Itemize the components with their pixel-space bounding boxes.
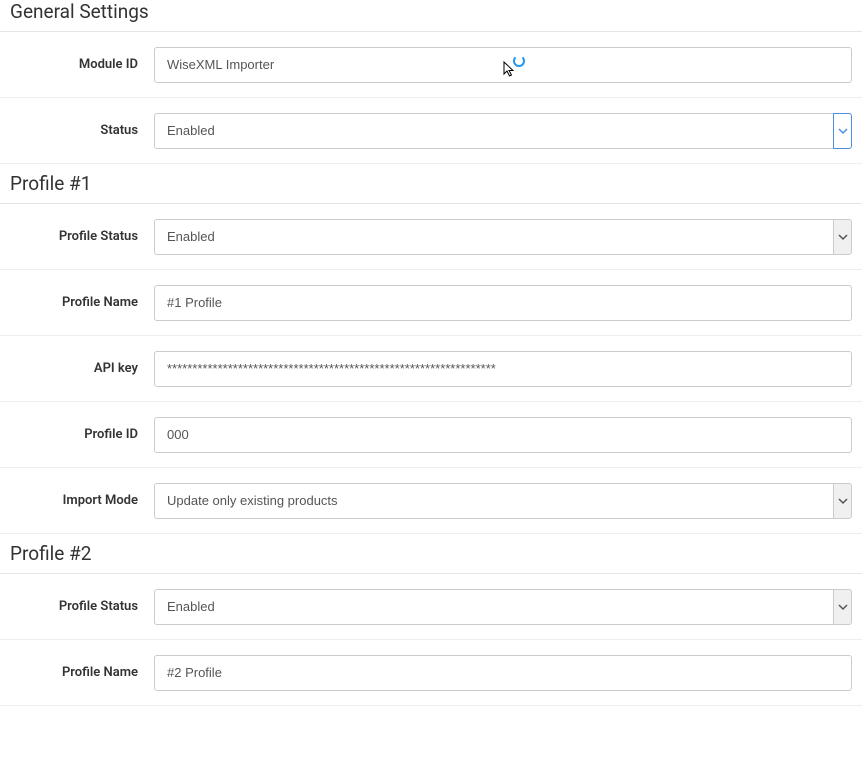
chevron-down-icon[interactable] — [833, 483, 852, 519]
profile1-name-row: Profile Name — [0, 270, 862, 336]
profile1-status-row: Profile Status Enabled — [0, 204, 862, 270]
profile1-apikey-input[interactable] — [154, 351, 852, 387]
profile1-id-label: Profile ID — [10, 427, 154, 442]
module-id-label: Module ID — [10, 57, 154, 72]
profile1-import-mode-select[interactable]: Update only existing products — [154, 483, 833, 519]
profile1-name-label: Profile Name — [10, 295, 154, 310]
chevron-down-icon[interactable] — [833, 113, 852, 149]
profile2-status-row: Profile Status Enabled — [0, 574, 862, 640]
profile1-name-input[interactable] — [154, 285, 852, 321]
status-select[interactable]: Enabled — [154, 113, 833, 149]
profile1-id-row: Profile ID — [0, 402, 862, 468]
general-settings-heading: General Settings — [0, 0, 862, 32]
module-id-input[interactable] — [154, 47, 852, 83]
profile1-status-label: Profile Status — [10, 229, 154, 244]
status-label: Status — [10, 123, 154, 138]
profile2-status-label: Profile Status — [10, 599, 154, 614]
profile1-id-input[interactable] — [154, 417, 852, 453]
profile1-apikey-row: API key — [0, 336, 862, 402]
profile2-status-select[interactable]: Enabled — [154, 589, 833, 625]
profile2-name-label: Profile Name — [10, 665, 154, 680]
status-row: Status Enabled — [0, 98, 862, 164]
profile2-heading: Profile #2 — [0, 534, 862, 574]
profile1-apikey-label: API key — [10, 361, 154, 376]
profile2-name-input[interactable] — [154, 655, 852, 691]
chevron-down-icon[interactable] — [833, 589, 852, 625]
profile1-status-select[interactable]: Enabled — [154, 219, 833, 255]
chevron-down-icon[interactable] — [833, 219, 852, 255]
profile1-heading: Profile #1 — [0, 164, 862, 204]
module-id-row: Module ID — [0, 32, 862, 98]
profile2-name-row: Profile Name — [0, 640, 862, 706]
profile1-import-mode-row: Import Mode Update only existing product… — [0, 468, 862, 534]
profile1-import-mode-label: Import Mode — [10, 493, 154, 508]
